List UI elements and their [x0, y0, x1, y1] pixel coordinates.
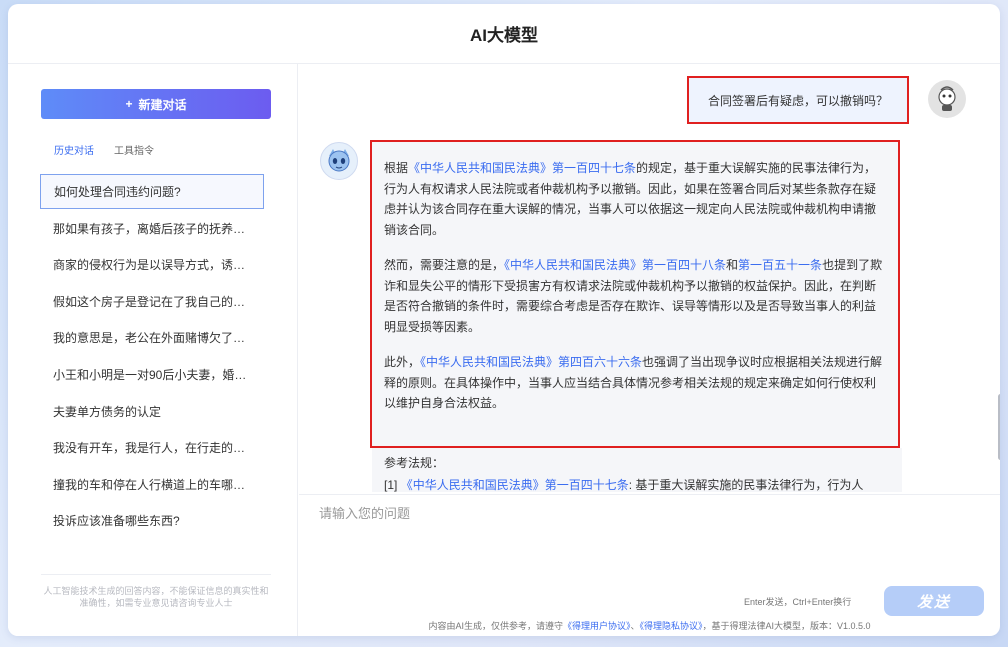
user-message: 合同签署后有疑虑，可以撤销吗？ — [687, 76, 909, 124]
history-item[interactable]: 小王和小明是一对90后小夫妻，婚后… — [40, 357, 264, 392]
footer-separator: 、 — [630, 621, 640, 631]
law-link[interactable]: 《中华人民共和国民法典》第四百六十六条 — [420, 355, 642, 369]
law-link[interactable]: 《中华人民共和国民法典》第一百四十八条 — [504, 258, 726, 272]
history-item[interactable]: 夫妻单方债务的认定 — [40, 394, 264, 429]
footer-text: ，基于得理法律AI大模型，版本：V1.0.5.0 — [702, 621, 871, 631]
history-item-label: 那如果有孩子，离婚后孩子的抚养权… — [53, 221, 251, 236]
sidebar: + 新建对话 历史对话 工具指令 如何处理合同违约问题? 那如果有孩子，离婚后孩… — [8, 64, 298, 636]
page-title: AI大模型 — [8, 4, 1000, 64]
history-item[interactable]: 撞我的车和停在人行横道上的车哪一… — [40, 467, 264, 502]
references-title: 参考法规： — [384, 456, 445, 470]
input-area: Enter发送，Ctrl+Enter换行 发送 内容由AI生成，仅供参考，请遵守… — [299, 494, 1000, 636]
app-window: AI大模型 + 新建对话 历史对话 工具指令 如何处理合同违约问题? 那如果有孩… — [8, 4, 1000, 636]
history-item-label: 夫妻单方债务的认定 — [53, 404, 162, 419]
answer-text: 然而，需要注意的是， — [384, 258, 505, 272]
send-button[interactable]: 发送 — [884, 586, 984, 616]
history-item[interactable]: 我没有开车，我是行人，在行走的时… — [40, 430, 264, 465]
history-item-label: 我没有开车，我是行人，在行走的时… — [53, 441, 251, 456]
privacy-agreement-link[interactable]: 《得理隐私协议》 — [640, 621, 703, 631]
history-item-label: 商家的侵权行为是以误导方式，诱使… — [53, 258, 251, 273]
history-item[interactable]: 我的意思是，老公在外面赌博欠了债… — [40, 320, 264, 355]
bot-avatar — [320, 142, 358, 180]
tab-tools[interactable]: 工具指令 — [114, 142, 154, 157]
plus-icon: + — [125, 97, 133, 111]
footer: 内容由AI生成，仅供参考，请遵守《得理用户协议》、《得理隐私协议》，基于得理法律… — [299, 619, 1000, 632]
main-panel: 合同签署后有疑虑，可以撤销吗？ 根据《中华人民共和国民法典》第一百四十七条的规定… — [299, 64, 1000, 636]
robot-icon — [328, 149, 350, 172]
law-link[interactable]: 《中华人民共和国民法典》第一百四十七条 — [408, 161, 636, 175]
history-item[interactable]: 如何处理合同违约问题? — [40, 174, 264, 209]
chat-scrollbar[interactable] — [998, 394, 1000, 460]
reference-index: [1] — [384, 478, 401, 492]
sidebar-tabs: 历史对话 工具指令 — [54, 142, 154, 157]
history-item-label: 撞我的车和停在人行横道上的车哪一… — [53, 477, 251, 492]
input-hint: Enter发送，Ctrl+Enter换行 — [744, 597, 852, 607]
history-item-label: 我的意思是，老公在外面赌博欠了债… — [53, 331, 251, 346]
reference-item: [1] 《中华人民共和国民法典》第一百四十七条: 基于重大误解实施的民事法律行为… — [384, 474, 892, 492]
answer-paragraph: 根据《中华人民共和国民法典》第一百四十七条的规定，基于重大误解实施的民事法律行为… — [384, 158, 886, 240]
tab-history[interactable]: 历史对话 — [54, 142, 94, 157]
history-item-label: 小王和小明是一对90后小夫妻，婚后… — [53, 367, 251, 382]
answer-message: 根据《中华人民共和国民法典》第一百四十七条的规定，基于重大误解实施的民事法律行为… — [370, 140, 900, 448]
answer-paragraph: 然而，需要注意的是，《中华人民共和国民法典》第一百四十八条和第一百五十一条也提到… — [384, 255, 886, 337]
history-item[interactable]: 商家的侵权行为是以误导方式，诱使… — [40, 247, 264, 282]
history-item-label: 如何处理合同违约问题? — [54, 185, 181, 199]
disclaimer: 人工智能技术生成的回答内容，不能保证信息的真实性和准确性，如需专业意见请咨询专业… — [41, 574, 271, 609]
references: 参考法规： [1] 《中华人民共和国民法典》第一百四十七条: 基于重大误解实施的… — [372, 448, 902, 492]
reference-text: : 基于重大误解实施的民事法律行为，行为人 — [628, 478, 864, 492]
answer-text: 根据 — [384, 161, 409, 175]
answer-text: 和 — [726, 258, 739, 272]
history-list: 如何处理合同违约问题? 那如果有孩子，离婚后孩子的抚养权… 商家的侵权行为是以误… — [40, 174, 264, 540]
history-item-label: 假如这个房子是登记在了我自己的名… — [53, 294, 251, 309]
chat-area: 合同签署后有疑虑，可以撤销吗？ 根据《中华人民共和国民法典》第一百四十七条的规定… — [299, 64, 1000, 492]
new-chat-button[interactable]: + 新建对话 — [41, 89, 271, 119]
answer-paragraph: 此外，《中华人民共和国民法典》第四百六十六条也强调了当出现争议时应根据相关法规进… — [384, 352, 886, 414]
history-item[interactable]: 投诉应该准备哪些东西? — [40, 503, 264, 538]
user-avatar-icon — [938, 86, 956, 111]
answer-text: 此外， — [384, 355, 421, 369]
user-agreement-link[interactable]: 《得理用户协议》 — [563, 621, 631, 631]
new-chat-label: 新建对话 — [138, 97, 187, 112]
law-link[interactable]: 第一百五十一条 — [738, 258, 822, 272]
footer-text: 内容由AI生成，仅供参考，请遵守 — [428, 621, 563, 631]
history-item[interactable]: 假如这个房子是登记在了我自己的名… — [40, 284, 264, 319]
user-avatar — [928, 80, 966, 118]
history-item-label: 投诉应该准备哪些东西? — [53, 514, 180, 529]
history-item[interactable]: 那如果有孩子，离婚后孩子的抚养权… — [40, 211, 264, 246]
law-link[interactable]: 《中华人民共和国民法典》第一百四十七条 — [401, 478, 629, 492]
question-input[interactable] — [319, 503, 979, 573]
